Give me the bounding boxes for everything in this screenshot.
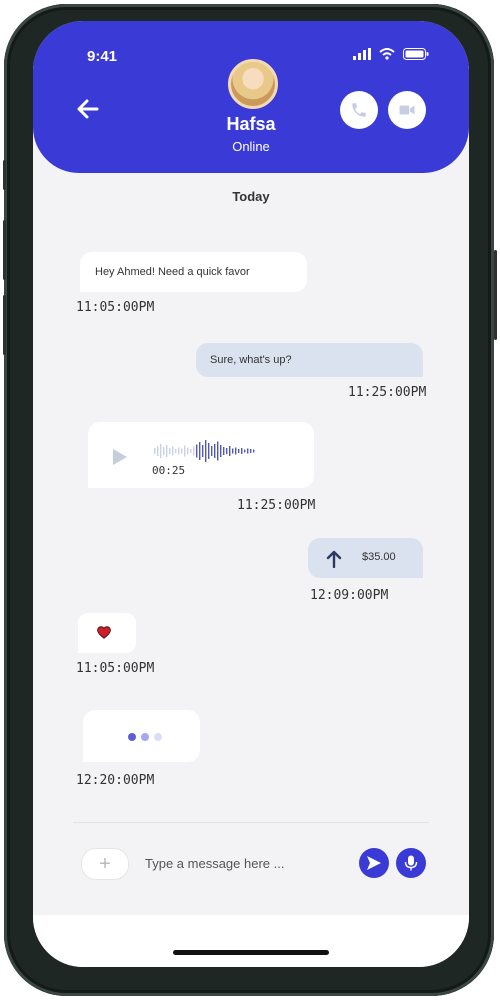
microphone-icon: [404, 855, 418, 871]
message-timestamp: 11:25:00PM: [348, 385, 427, 400]
attach-button[interactable]: +: [81, 848, 129, 880]
waveform-bar: [154, 448, 156, 454]
message-input[interactable]: [137, 850, 353, 876]
message-timestamp: 11:05:00PM: [76, 661, 155, 676]
message-timestamp: 11:25:00PM: [237, 498, 316, 513]
waveform-bar: [241, 448, 243, 454]
composer-divider: [73, 822, 429, 823]
waveform-bar: [235, 447, 237, 455]
typing-dot: [128, 733, 136, 741]
waveform-bar: [181, 448, 183, 454]
reaction-message-bubble[interactable]: [78, 613, 136, 653]
typing-dot: [141, 733, 149, 741]
waveform-bar: [184, 445, 186, 457]
waveform-bar: [223, 447, 225, 455]
send-button[interactable]: [359, 848, 389, 878]
message-timestamp: 11:05:00PM: [76, 300, 155, 315]
avatar[interactable]: [228, 59, 278, 109]
waveform-bar: [217, 441, 219, 461]
phone-icon: [352, 103, 366, 117]
payment-amount: $35.00: [362, 551, 396, 563]
voice-call-button[interactable]: [340, 91, 378, 129]
send-icon: [367, 856, 381, 870]
status-time: 9:41: [87, 48, 118, 65]
waveform-bar: [220, 445, 222, 457]
contact-status: Online: [232, 139, 270, 154]
waveform-bar: [172, 446, 174, 456]
waveform-bar: [187, 447, 189, 455]
waveform-bar: [208, 443, 210, 459]
heart-icon: [97, 626, 111, 639]
waveform-bar: [190, 449, 192, 453]
side-button: [3, 160, 6, 190]
message-timestamp: 12:20:00PM: [76, 773, 155, 788]
incoming-message-bubble[interactable]: Hey Ahmed! Need a quick favor: [80, 252, 307, 292]
video-call-button[interactable]: [388, 91, 426, 129]
payment-message-bubble[interactable]: $35.00: [308, 538, 423, 578]
waveform-bar: [193, 446, 195, 456]
waveform-bar: [169, 448, 171, 454]
waveform-bar: [226, 448, 228, 454]
side-button: [3, 220, 6, 280]
play-icon[interactable]: [112, 448, 128, 466]
video-camera-icon: [399, 105, 415, 115]
waveform-bar: [247, 448, 249, 454]
waveform-bar: [160, 444, 162, 458]
waveform-bar: [175, 449, 177, 453]
typing-dot: [154, 733, 162, 741]
phone-screen: 9:41 Hafsa Online Today Hey Ahmed! Need …: [33, 21, 469, 967]
home-indicator[interactable]: [173, 950, 329, 955]
waveform-bar: [244, 449, 246, 453]
waveform-bar: [178, 447, 180, 455]
voice-duration: 00:25: [152, 464, 186, 477]
waveform-bar: [199, 442, 201, 460]
typing-indicator-bubble: [83, 710, 200, 762]
waveform-bar: [205, 440, 207, 462]
voice-message-bubble[interactable]: 00:25: [88, 422, 314, 488]
waveform-bar: [214, 444, 216, 458]
waveform-bar: [253, 449, 255, 453]
waveform-bar: [166, 445, 168, 457]
status-icons: [353, 48, 429, 60]
waveform-bar: [196, 444, 198, 458]
audio-waveform[interactable]: [154, 439, 256, 463]
message-composer: +: [33, 836, 469, 888]
date-separator: Today: [232, 189, 270, 204]
chat-header: 9:41 Hafsa Online: [33, 21, 469, 173]
arrow-up-icon: [326, 550, 342, 568]
waveform-bar: [163, 447, 165, 455]
signal-icon: [353, 48, 371, 60]
waveform-bar: [202, 445, 204, 457]
waveform-bar: [238, 449, 240, 453]
microphone-button[interactable]: [396, 848, 426, 878]
waveform-bar: [250, 449, 252, 453]
waveform-bar: [157, 446, 159, 456]
outgoing-message-bubble[interactable]: Sure, what's up?: [196, 343, 423, 377]
screen-bottom-area: [33, 915, 469, 967]
side-button: [3, 295, 6, 355]
waveform-bar: [232, 448, 234, 454]
message-timestamp: 12:09:00PM: [310, 588, 389, 603]
message-text: Sure, what's up?: [210, 354, 292, 366]
message-text: Hey Ahmed! Need a quick favor: [95, 266, 250, 278]
wifi-icon: [379, 48, 395, 60]
battery-icon: [403, 48, 429, 60]
side-button: [494, 250, 497, 340]
waveform-bar: [211, 446, 213, 456]
plus-icon: +: [99, 852, 111, 875]
waveform-bar: [229, 446, 231, 456]
